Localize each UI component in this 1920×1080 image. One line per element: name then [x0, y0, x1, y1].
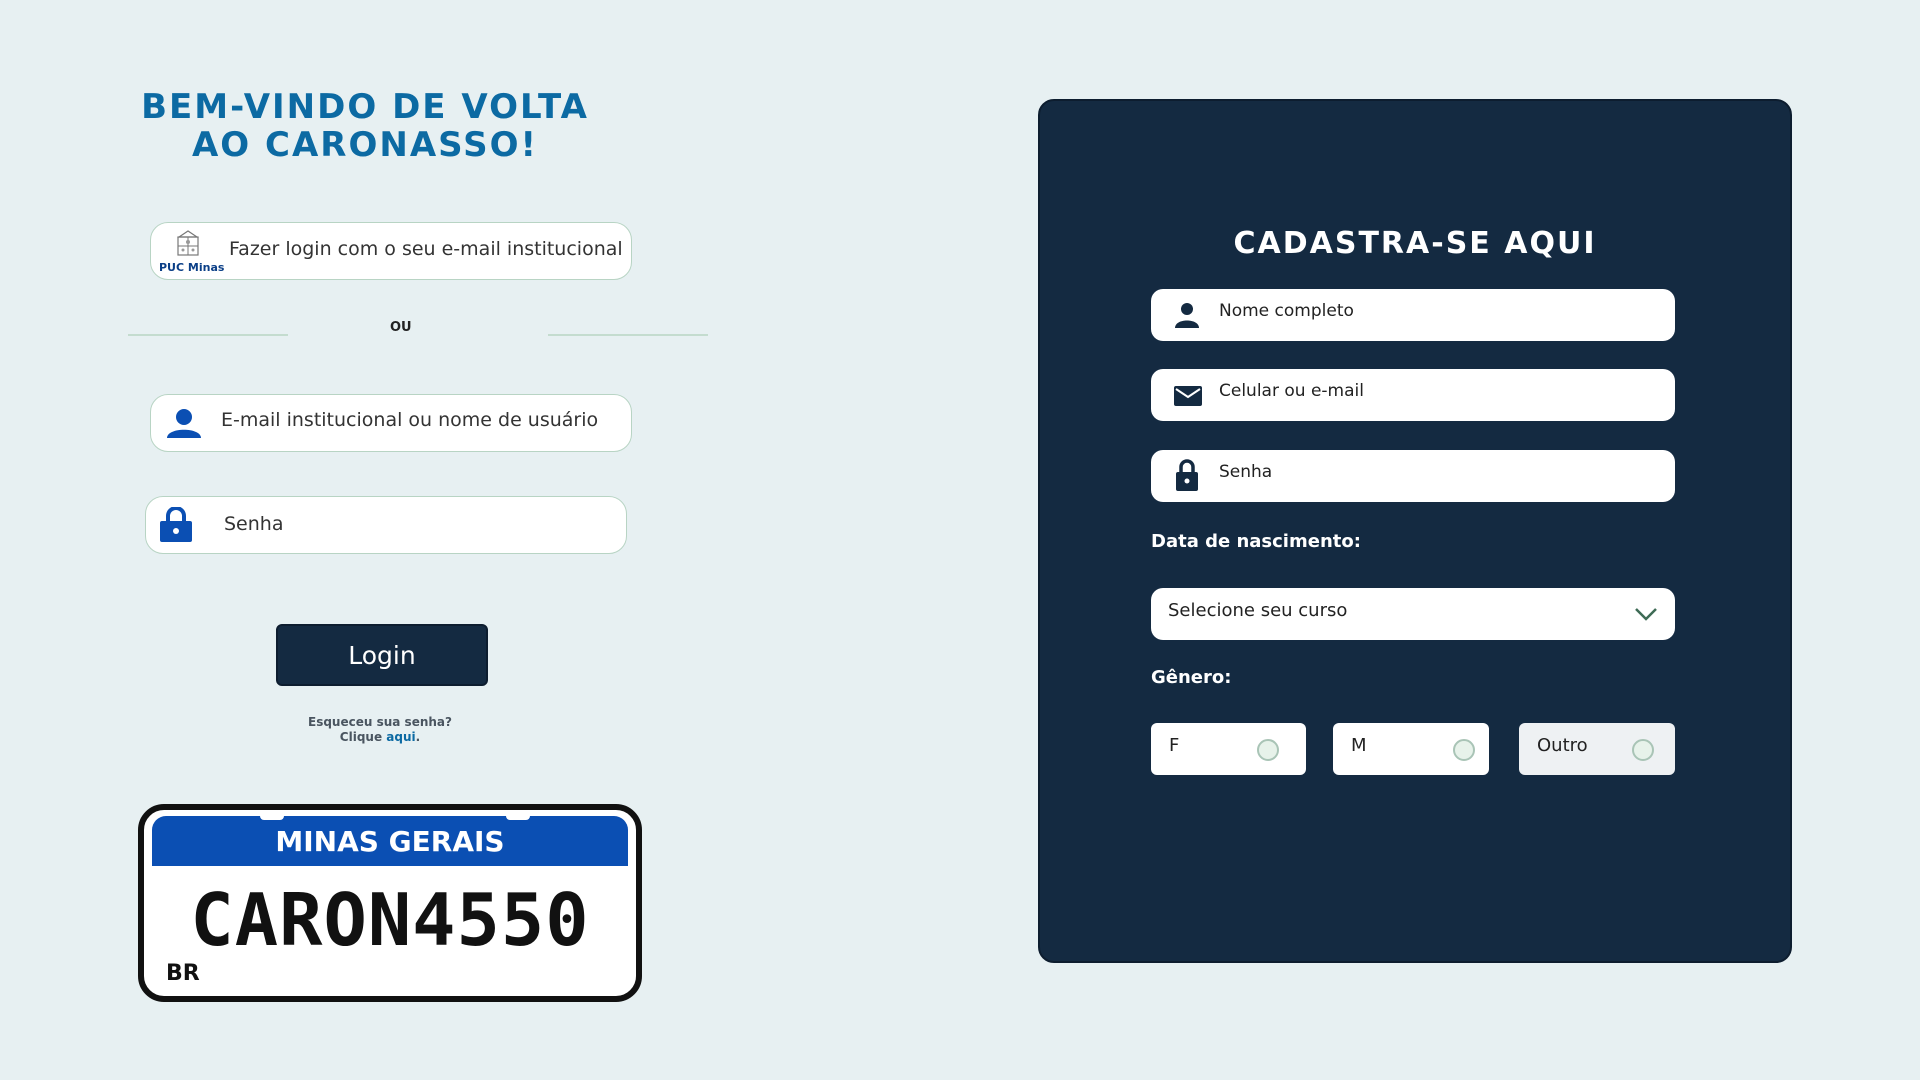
- lock-icon: [1176, 459, 1198, 491]
- login-button[interactable]: Login: [276, 624, 488, 686]
- welcome-line-1: BEM-VINDO DE VOLTA: [141, 87, 589, 127]
- welcome-heading: BEM-VINDO DE VOLTA AO CARONASSO!: [120, 88, 610, 164]
- register-title: CADASTRA-SE AQUI: [1233, 226, 1597, 261]
- gender-option-label: Outro: [1537, 735, 1588, 756]
- divider-right: [548, 334, 708, 336]
- gender-option-label: F: [1169, 735, 1180, 756]
- license-plate-graphic: MINAS GERAIS CARON4550 BR: [138, 804, 642, 1002]
- plate-header: MINAS GERAIS: [152, 816, 628, 866]
- contact-placeholder: Celular ou e-mail: [1219, 381, 1364, 401]
- course-select[interactable]: Selecione seu curso: [1151, 588, 1675, 640]
- lock-icon: [160, 507, 192, 542]
- welcome-line-2: AO CARONASSO!: [191, 125, 539, 165]
- plate-hole-right: [506, 812, 530, 820]
- gender-radio-f[interactable]: [1257, 739, 1279, 761]
- puc-minas-crest-icon: [177, 230, 199, 256]
- gender-option-outro[interactable]: Outro: [1519, 723, 1675, 775]
- contact-input[interactable]: Celular ou e-mail: [1151, 369, 1675, 421]
- register-password-placeholder: Senha: [1219, 462, 1273, 482]
- divider-or-text: OU: [390, 320, 412, 335]
- chevron-down-icon: [1635, 608, 1657, 621]
- gender-option-m[interactable]: M: [1333, 723, 1489, 775]
- puc-minas-logo: PUC Minas: [157, 227, 224, 277]
- full-name-input[interactable]: Nome completo: [1151, 289, 1675, 341]
- puc-logo-text: PUC Minas: [159, 261, 225, 274]
- full-name-placeholder: Nome completo: [1219, 301, 1354, 321]
- plate-country: BR: [166, 961, 200, 986]
- forgot-password-text: Esqueceu sua senha? Clique aqui.: [280, 715, 480, 745]
- mail-icon: [1174, 386, 1202, 406]
- gender-label: Gênero:: [1151, 667, 1232, 688]
- username-placeholder: E-mail institucional ou nome de usuário: [221, 409, 599, 431]
- gender-option-label: M: [1351, 735, 1367, 756]
- forgot-password-question: Esqueceu sua senha?: [308, 715, 452, 729]
- plate-number: CARON4550: [190, 878, 590, 962]
- birthdate-label: Data de nascimento:: [1151, 531, 1361, 552]
- register-password-input[interactable]: Senha: [1151, 450, 1675, 502]
- divider-left: [128, 334, 288, 336]
- user-icon: [167, 409, 201, 438]
- plate-state: MINAS GERAIS: [275, 825, 505, 858]
- password-placeholder: Senha: [224, 513, 284, 535]
- forgot-password-link[interactable]: aqui: [386, 730, 415, 744]
- user-icon: [1175, 303, 1199, 328]
- gender-radio-outro[interactable]: [1632, 739, 1654, 761]
- forgot-period: .: [415, 730, 421, 744]
- gender-option-f[interactable]: F: [1151, 723, 1306, 775]
- forgot-click-text: Clique: [339, 730, 387, 744]
- institutional-login-button[interactable]: PUC Minas Fazer login com o seu e-mail i…: [150, 222, 632, 280]
- plate-hole-left: [260, 812, 284, 820]
- password-input[interactable]: Senha: [145, 496, 627, 554]
- gender-radio-m[interactable]: [1453, 739, 1475, 761]
- username-input[interactable]: E-mail institucional ou nome de usuário: [150, 394, 632, 452]
- forgot-password-line2: Clique aqui.: [280, 730, 480, 745]
- institutional-login-label: Fazer login com o seu e-mail institucion…: [229, 238, 623, 260]
- course-select-value: Selecione seu curso: [1168, 600, 1348, 621]
